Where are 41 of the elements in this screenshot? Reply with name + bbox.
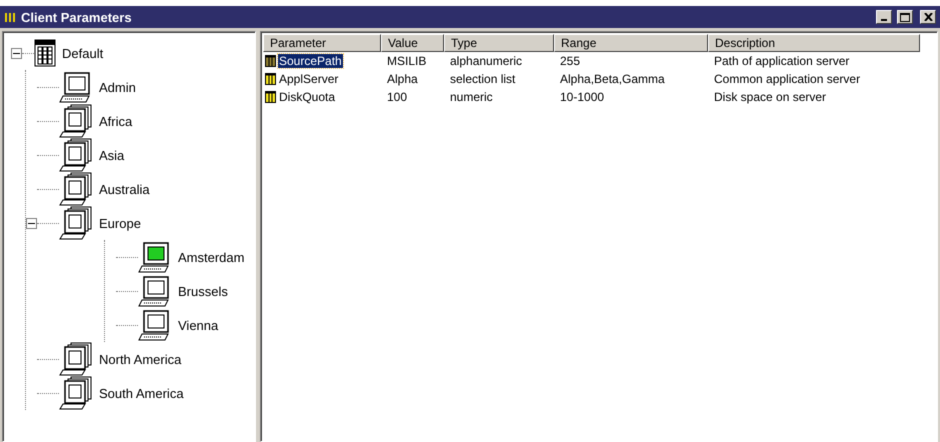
table-cell-text: 255 <box>559 54 582 68</box>
close-button[interactable] <box>920 10 936 24</box>
table-cell[interactable]: DiskQuota <box>278 90 336 104</box>
table-cell[interactable]: SourcePath <box>278 54 343 68</box>
tree-item[interactable]: South America <box>99 386 184 400</box>
tree-item[interactable]: North America <box>99 352 182 366</box>
column-header[interactable]: Range <box>554 34 708 52</box>
tree-item[interactable]: Vienna <box>178 318 218 332</box>
table-cell-text: 100 <box>386 90 408 104</box>
tree-item[interactable]: Default <box>62 46 104 60</box>
table-cell-text: MSILIB <box>386 54 428 68</box>
tree-item[interactable]: Africa <box>99 114 132 128</box>
table-cell-text: Common application server <box>713 72 862 86</box>
table-cell-text: Disk space on server <box>713 90 828 104</box>
app-icon <box>4 11 16 23</box>
window-title: Client Parameters <box>21 10 132 24</box>
tree-item[interactable]: Australia <box>99 182 150 196</box>
collapse-toggle[interactable] <box>11 48 22 58</box>
table-cell-text: 10-1000 <box>559 90 606 104</box>
column-header[interactable]: Description <box>708 34 920 52</box>
column-header[interactable]: Type <box>444 34 554 52</box>
column-header[interactable]: Parameter <box>263 34 381 52</box>
tree-item[interactable]: Europe <box>99 216 141 230</box>
table-cell-text: Path of application server <box>713 54 850 68</box>
tree-item[interactable]: Admin <box>99 80 136 94</box>
table-cell-text: numeric <box>449 90 494 104</box>
tree-item[interactable]: Amsterdam <box>178 250 244 264</box>
minimize-button[interactable] <box>876 10 892 24</box>
table-cell-text: alphanumeric <box>449 54 524 68</box>
close-icon <box>924 13 932 21</box>
table-cell-text: Alpha <box>386 72 419 86</box>
tree-item[interactable]: Asia <box>99 148 124 162</box>
table-cell-text: Alpha,Beta,Gamma <box>559 72 666 86</box>
column-header[interactable]: Value <box>381 34 444 52</box>
table-cell[interactable]: ApplServer <box>278 72 340 86</box>
maximize-button[interactable] <box>897 10 913 24</box>
collapse-toggle[interactable] <box>26 218 37 228</box>
server-rack-icon <box>34 39 56 67</box>
table-cell-text: selection list <box>449 72 516 86</box>
maximize-icon <box>900 12 910 22</box>
tree-item[interactable]: Brussels <box>178 284 228 298</box>
